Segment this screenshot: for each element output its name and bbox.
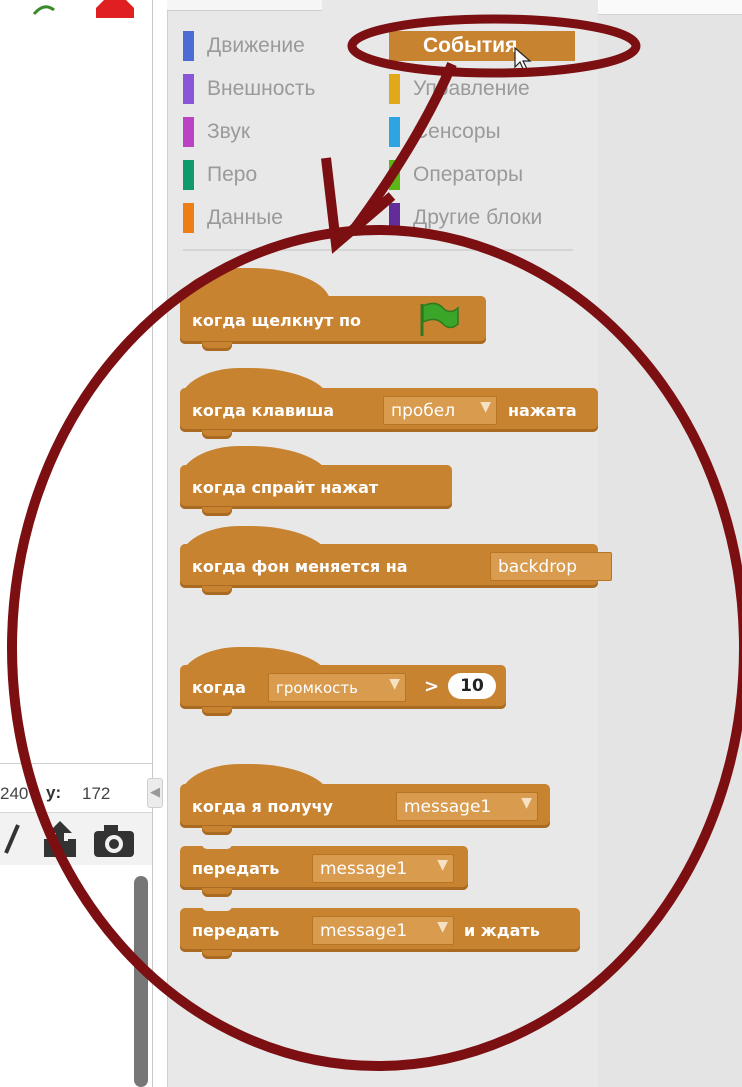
category-label: Перо — [207, 163, 258, 186]
block-broadcast-and-wait[interactable]: передать message1 ▼ и ждать — [180, 906, 580, 959]
category-color-bar — [183, 160, 194, 190]
category-color-bar — [389, 203, 400, 233]
category-label: Операторы — [413, 163, 524, 186]
category-looks[interactable]: Внешность — [183, 74, 383, 104]
category-color-bar — [183, 31, 194, 61]
message-dropdown[interactable]: message1 ▼ — [312, 916, 454, 945]
category-label: Движение — [207, 34, 305, 57]
message-dropdown[interactable]: message1 ▼ — [396, 792, 538, 821]
block-bottom-notch — [202, 950, 232, 959]
block-when-sensor-greater[interactable]: когда громкость ▼ > 10 — [180, 665, 506, 716]
category-events[interactable]: События — [389, 31, 575, 72]
block-bottom-notch — [202, 586, 232, 595]
block-when-i-receive[interactable]: когда я получу message1 ▼ — [180, 784, 550, 835]
dropdown-value: backdrop — [498, 557, 577, 577]
block-text: передать — [192, 921, 280, 940]
mouse-cursor-icon — [514, 47, 532, 72]
coordinates-readout: 240 y: 172 — [0, 776, 152, 812]
dropdown-value: пробел — [391, 401, 456, 421]
category-motion[interactable]: Движение — [183, 31, 383, 61]
category-label: События — [423, 34, 518, 57]
block-text: передать — [192, 859, 280, 878]
block-broadcast[interactable]: передать message1 ▼ — [180, 844, 468, 897]
block-text: когда — [192, 678, 246, 697]
block-bottom-notch — [202, 707, 232, 716]
category-color-bar — [389, 117, 400, 147]
block-when-sprite-clicked[interactable]: когда спрайт нажат — [180, 465, 452, 516]
category-more-blocks[interactable]: Другие блоки — [389, 203, 589, 233]
x-value: 240 — [0, 784, 29, 803]
category-label: Внешность — [207, 77, 316, 100]
category-control[interactable]: Управление — [389, 74, 589, 104]
green-flag-icon — [420, 302, 459, 336]
block-when-key-pressed[interactable]: когда клавиша пробел ▼ нажата — [180, 388, 598, 439]
palette-tab-strip — [167, 0, 322, 11]
block-when-backdrop-switches[interactable]: когда фон меняется на backdrop — [180, 544, 612, 595]
sprite-list-scrollbar[interactable] — [134, 876, 148, 1087]
category-sensing[interactable]: Сенсоры — [389, 117, 589, 147]
dropdown-arrow-icon: ▼ — [389, 676, 400, 692]
key-dropdown[interactable]: пробел ▼ — [383, 396, 497, 425]
stage-canvas[interactable] — [0, 0, 152, 764]
block-top-notch — [202, 906, 232, 911]
new-sprite-toolbar — [0, 812, 152, 866]
block-text: когда спрайт нажат — [192, 478, 379, 497]
dropdown-value: message1 — [404, 797, 492, 817]
y-label: y: — [46, 783, 62, 802]
scripts-area-header — [598, 0, 742, 15]
category-color-bar — [389, 160, 400, 190]
dropdown-arrow-icon: ▼ — [480, 399, 491, 415]
block-text: когда щелкнут по — [192, 311, 361, 330]
block-text: когда фон меняется на — [192, 557, 408, 576]
upload-icon[interactable] — [44, 821, 76, 857]
palette-divider — [183, 249, 573, 251]
category-color-bar — [183, 74, 194, 104]
category-pen[interactable]: Перо — [183, 160, 383, 190]
paint-brush-icon[interactable] — [4, 824, 20, 854]
chevron-left-icon: ◀ — [150, 784, 160, 799]
number-input[interactable]: 10 — [448, 673, 496, 699]
category-color-bar — [183, 117, 194, 147]
block-bottom-notch — [202, 507, 232, 516]
dropdown-arrow-icon: ▼ — [521, 795, 532, 811]
block-when-flag-clicked[interactable]: когда щелкнут по — [180, 296, 486, 351]
backdrop-dropdown[interactable]: backdrop — [490, 552, 612, 581]
y-value: 172 — [82, 784, 111, 803]
block-bottom-notch — [202, 888, 232, 897]
collapse-stage-tab[interactable]: ◀ — [147, 778, 163, 808]
camera-icon[interactable] — [94, 825, 134, 857]
dropdown-arrow-icon: ▼ — [437, 919, 448, 935]
stop-icon[interactable] — [96, 0, 136, 18]
category-color-bar — [389, 74, 400, 104]
block-text: когда я получу — [192, 797, 333, 816]
category-label: Звук — [207, 120, 251, 143]
dropdown-arrow-icon: ▼ — [437, 857, 448, 873]
category-color-bar — [183, 203, 194, 233]
block-bottom-notch — [202, 826, 232, 835]
category-label: Другие блоки — [413, 206, 543, 229]
block-bottom-notch — [202, 430, 232, 439]
category-label: Управление — [413, 77, 530, 100]
block-text: и ждать — [464, 921, 540, 940]
category-operators[interactable]: Операторы — [389, 160, 589, 190]
message-dropdown[interactable]: message1 ▼ — [312, 854, 454, 883]
dropdown-value: message1 — [320, 859, 408, 879]
scripts-area[interactable] — [598, 0, 742, 1087]
dropdown-value: message1 — [320, 921, 408, 941]
block-text: нажата — [508, 401, 577, 420]
block-text: когда клавиша — [192, 401, 334, 420]
sprite-list — [0, 865, 152, 1087]
sensor-dropdown[interactable]: громкость ▼ — [268, 673, 406, 702]
category-data[interactable]: Данные — [183, 203, 383, 233]
category-sound[interactable]: Звук — [183, 117, 383, 147]
block-bottom-notch — [202, 342, 232, 351]
category-label: Сенсоры — [413, 120, 501, 143]
block-top-notch — [202, 844, 232, 849]
operator-text: > — [424, 676, 440, 697]
category-label: Данные — [207, 206, 283, 229]
dropdown-value: громкость — [276, 679, 358, 697]
